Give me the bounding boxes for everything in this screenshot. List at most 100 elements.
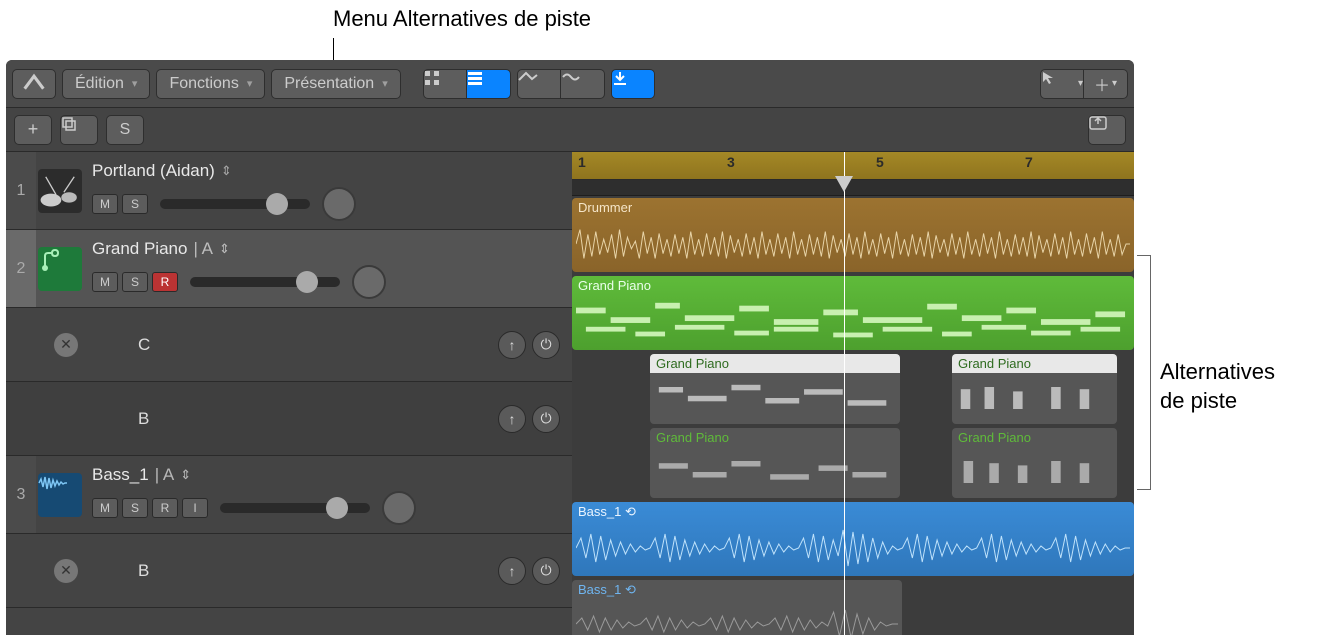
chevron-down-icon: ▾ — [132, 77, 138, 90]
region-label: Grand Piano — [650, 428, 900, 447]
callout-right-line2: de piste — [1160, 388, 1237, 413]
playhead[interactable] — [844, 152, 845, 635]
waveform-icon — [576, 602, 898, 635]
volume-fader[interactable] — [190, 277, 340, 287]
promote-alternative-icon[interactable]: ↑ — [498, 405, 526, 433]
loop-icon: ⟲ — [625, 582, 636, 597]
waveform-icon — [576, 524, 1130, 572]
ruler-sub — [572, 180, 1134, 196]
plus-icon: ＋ — [1094, 72, 1110, 96]
track-alternatives-menu-icon[interactable]: ⇕ — [180, 467, 191, 483]
track-number: 1 — [6, 152, 36, 229]
region-piano-alt[interactable]: Grand Piano — [650, 428, 900, 498]
main-toolbar: Édition ▾ Fonctions▾ Présentation▾ — [6, 60, 1134, 108]
drums-icon[interactable] — [38, 169, 82, 213]
alternative-label: B — [138, 409, 498, 429]
audio-icon[interactable] — [38, 473, 82, 517]
track-alt-suffix: | A — [155, 465, 175, 485]
alternative-label: B — [138, 561, 498, 581]
track-alternative-row[interactable]: B ↑ ⏻ — [6, 382, 572, 456]
loop-icon: ⟲ — [625, 504, 636, 519]
alternative-label: C — [138, 335, 498, 355]
menu-presentation[interactable]: Présentation▾ — [271, 69, 400, 99]
region-label: Grand Piano — [572, 276, 1134, 295]
add-track-button[interactable]: + — [14, 115, 52, 145]
timeline-ruler[interactable]: 1 3 5 7 — [572, 152, 1134, 180]
close-alternatives-icon[interactable]: ✕ — [54, 333, 78, 357]
track-toolbar: + S — [6, 108, 1134, 152]
volume-fader[interactable] — [160, 199, 310, 209]
promote-alternative-icon[interactable]: ↑ — [498, 331, 526, 359]
track-alt-suffix: | A — [193, 239, 213, 259]
power-alternative-icon[interactable]: ⏻ — [532, 557, 560, 585]
region-label: Drummer — [572, 198, 1134, 217]
region-piano-alt[interactable]: Grand Piano — [952, 428, 1117, 498]
region-piano[interactable]: Grand Piano — [572, 276, 1134, 350]
waveform-icon — [576, 220, 1130, 268]
midi-icon[interactable] — [38, 247, 82, 291]
region-piano-alt[interactable]: Grand Piano — [952, 354, 1117, 424]
record-enable-button[interactable]: R — [152, 272, 178, 292]
catch-playhead-button[interactable] — [611, 69, 655, 99]
track-name: Portland (Aidan) — [92, 161, 215, 181]
menu-edit[interactable]: Édition ▾ — [62, 69, 150, 99]
pan-knob[interactable] — [382, 491, 416, 525]
solo-label: S — [120, 121, 131, 139]
menu-functions[interactable]: Fonctions▾ — [156, 69, 265, 99]
region-label: Grand Piano — [650, 354, 900, 373]
chevron-down-icon: ▾ — [247, 77, 253, 90]
ruler-tick: 5 — [876, 154, 884, 170]
midi-notes-icon — [654, 450, 896, 494]
midi-notes-icon — [956, 450, 1113, 494]
mute-button[interactable]: M — [92, 194, 118, 214]
region-drummer[interactable]: Drummer — [572, 198, 1134, 272]
mute-button[interactable]: M — [92, 498, 118, 518]
region-bass-alt[interactable]: Bass_1 ⟲ — [572, 580, 902, 635]
track-name: Grand Piano — [92, 239, 187, 259]
input-monitor-button[interactable]: I — [182, 498, 208, 518]
track-alternatives-menu-icon[interactable]: ⇕ — [219, 241, 230, 257]
global-solo-button[interactable]: S — [106, 115, 144, 145]
region-label: Bass_1 ⟲ — [572, 502, 1134, 522]
pan-knob[interactable] — [322, 187, 356, 221]
flex-button[interactable] — [561, 69, 605, 99]
fader-knob[interactable] — [296, 271, 318, 293]
track-name: Bass_1 — [92, 465, 149, 485]
chevron-down-icon: ▾ — [1112, 78, 1117, 89]
region-bass[interactable]: Bass_1 ⟲ — [572, 502, 1134, 576]
region-label: Bass_1 ⟲ — [572, 580, 902, 600]
menu-edit-label: Édition — [75, 75, 124, 93]
app-window: Édition ▾ Fonctions▾ Présentation▾ — [6, 60, 1134, 635]
pan-knob[interactable] — [352, 265, 386, 299]
pointer-tool-button[interactable]: ▾ — [1040, 69, 1084, 99]
back-up-icon[interactable] — [12, 69, 56, 99]
track-alternative-row[interactable]: ✕ B ↑ ⏻ — [6, 534, 572, 608]
duplicate-track-button[interactable] — [60, 115, 98, 145]
fader-knob[interactable] — [266, 193, 288, 215]
callout-right-label: Alternatives de piste — [1160, 358, 1275, 415]
view-grid-button[interactable] — [423, 69, 467, 99]
power-alternative-icon[interactable]: ⏻ — [532, 331, 560, 359]
view-list-button[interactable] — [467, 69, 511, 99]
solo-button[interactable]: S — [122, 272, 148, 292]
fader-knob[interactable] — [326, 497, 348, 519]
mute-button[interactable]: M — [92, 272, 118, 292]
ruler-tick: 3 — [727, 154, 735, 170]
close-alternatives-icon[interactable]: ✕ — [54, 559, 78, 583]
track-headers: 1 Portland (Aidan) ⇕ M S — [6, 152, 572, 635]
track-alternative-row[interactable]: ✕ C ↑ ⏻ — [6, 308, 572, 382]
track-alternatives-menu-icon[interactable]: ⇕ — [221, 163, 232, 179]
promote-alternative-icon[interactable]: ↑ — [498, 557, 526, 585]
callout-right-line1: Alternatives — [1160, 359, 1275, 384]
solo-button[interactable]: S — [122, 498, 148, 518]
automation-button[interactable] — [517, 69, 561, 99]
view-options-button[interactable] — [1088, 115, 1126, 145]
midi-notes-icon — [654, 376, 896, 420]
second-tool-button[interactable]: ＋ ▾ — [1084, 69, 1128, 99]
record-enable-button[interactable]: R — [152, 498, 178, 518]
region-piano-alt[interactable]: Grand Piano — [650, 354, 900, 424]
power-alternative-icon[interactable]: ⏻ — [532, 405, 560, 433]
solo-button[interactable]: S — [122, 194, 148, 214]
volume-fader[interactable] — [220, 503, 370, 513]
arrange-area[interactable]: 1 3 5 7 Drummer — [572, 152, 1134, 635]
